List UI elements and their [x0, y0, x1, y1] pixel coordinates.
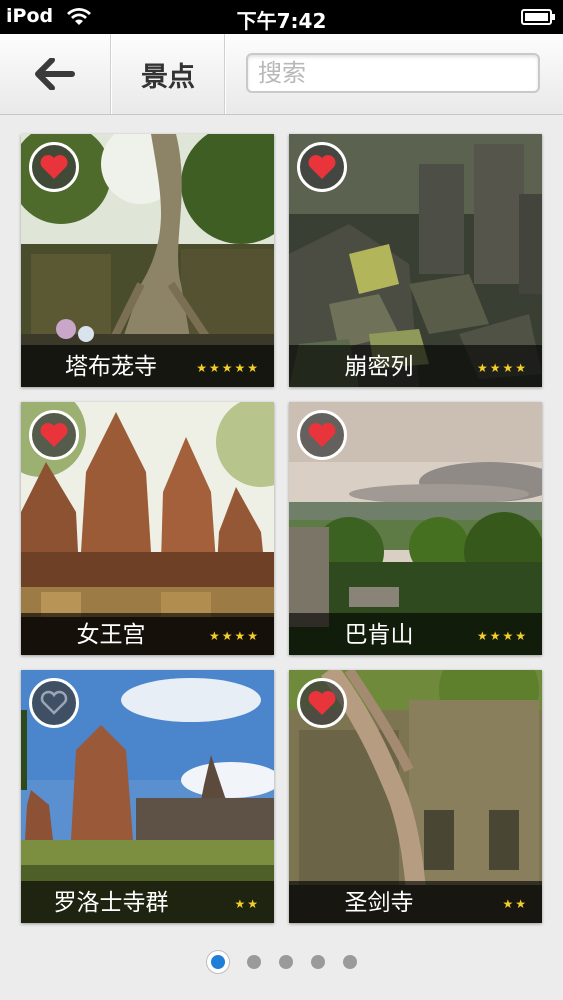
- page-dot-2[interactable]: [246, 955, 261, 969]
- favorite-button[interactable]: [297, 410, 347, 460]
- card-caption: 圣剑寺 ★★: [289, 881, 542, 923]
- card-caption: 崩密列 ★★★★: [289, 345, 542, 387]
- page-title: 景点: [112, 34, 225, 114]
- page-dot-4[interactable]: [310, 955, 325, 969]
- star-rating: ★★: [234, 897, 260, 911]
- star-rating: ★★★★: [476, 361, 528, 375]
- attraction-card[interactable]: 巴肯山 ★★★★: [289, 402, 542, 655]
- attraction-name: 圣剑寺: [344, 890, 414, 916]
- battery-icon: [521, 9, 555, 25]
- card-caption: 塔布茏寺 ★★★★★: [21, 345, 274, 387]
- attraction-card[interactable]: 崩密列 ★★★★: [289, 134, 542, 387]
- page-dot-5[interactable]: [342, 955, 357, 969]
- favorite-button[interactable]: [297, 142, 347, 192]
- clock: 下午7:42: [236, 9, 327, 33]
- attraction-grid: 塔布茏寺 ★★★★★ 崩密列 ★★★★ 女王宫 ★★★★ 巴肯山 ★★★★ 罗洛…: [0, 115, 563, 945]
- heart-icon: [40, 155, 68, 179]
- nav-bar: 景点: [0, 34, 563, 115]
- attraction-name: 塔布茏寺: [65, 354, 157, 380]
- attraction-name: 罗洛士寺群: [53, 890, 169, 916]
- star-rating: ★★★★: [208, 629, 260, 643]
- card-caption: 巴肯山 ★★★★: [289, 613, 542, 655]
- attraction-name: 崩密列: [344, 354, 414, 380]
- heart-outline-icon: [40, 690, 68, 715]
- favorite-button[interactable]: [29, 142, 79, 192]
- card-caption: 罗洛士寺群 ★★: [21, 881, 274, 923]
- card-caption: 女王宫 ★★★★: [21, 613, 274, 655]
- page-dot-3[interactable]: [278, 955, 293, 969]
- favorite-button[interactable]: [297, 678, 347, 728]
- page-indicator: [0, 948, 563, 976]
- heart-icon: [308, 155, 336, 179]
- attraction-name: 女王宫: [76, 622, 146, 648]
- favorite-button[interactable]: [29, 678, 79, 728]
- attraction-card[interactable]: 女王宫 ★★★★: [21, 402, 274, 655]
- heart-icon: [308, 691, 336, 715]
- heart-icon: [40, 423, 68, 447]
- page-dot-1[interactable]: [206, 951, 229, 973]
- star-rating: ★★★★★: [196, 361, 260, 375]
- status-bar: iPod 下午7:42: [0, 0, 563, 34]
- favorite-button[interactable]: [29, 410, 79, 460]
- attraction-card[interactable]: 塔布茏寺 ★★★★★: [21, 134, 274, 387]
- attraction-card[interactable]: 罗洛士寺群 ★★: [21, 670, 274, 923]
- star-rating: ★★: [502, 897, 528, 911]
- heart-icon: [308, 423, 336, 447]
- attraction-card[interactable]: 圣剑寺 ★★: [289, 670, 542, 923]
- star-rating: ★★★★: [476, 629, 528, 643]
- back-button[interactable]: [0, 34, 111, 114]
- search-input[interactable]: [246, 53, 540, 93]
- attraction-name: 巴肯山: [344, 622, 414, 648]
- back-arrow-icon: [35, 58, 75, 90]
